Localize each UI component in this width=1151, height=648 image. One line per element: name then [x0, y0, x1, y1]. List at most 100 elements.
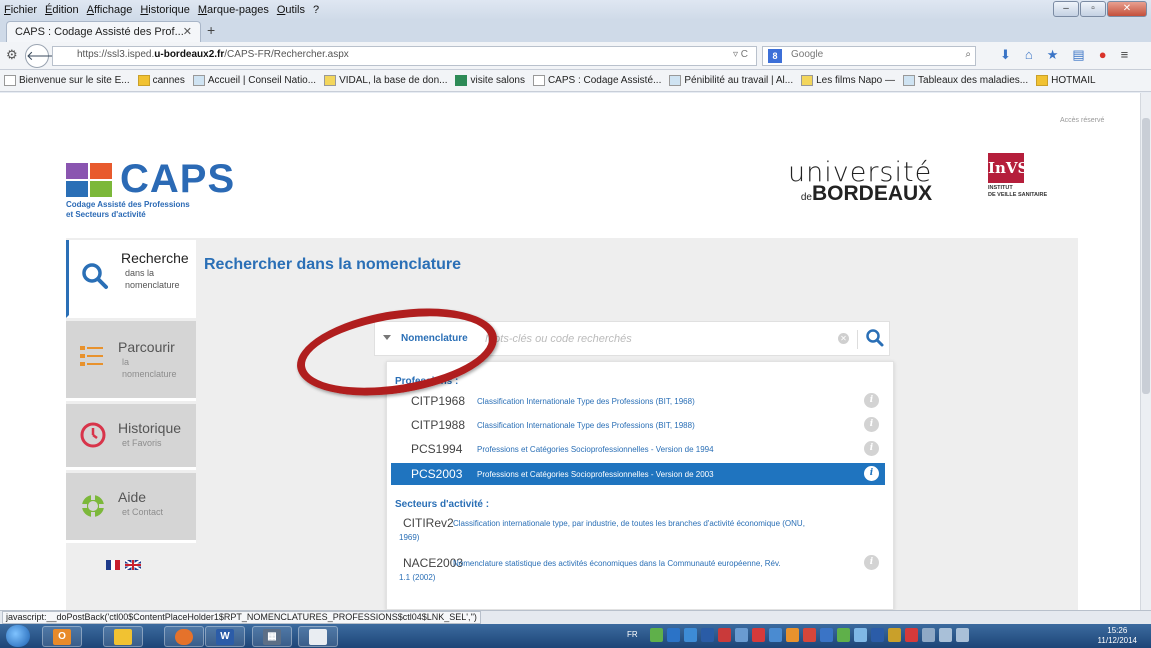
page-icon [4, 75, 16, 86]
bookmark-item[interactable]: Accueil | Conseil Natio... [192, 75, 316, 86]
info-icon[interactable]: i [864, 393, 879, 408]
sidebar-item-historique[interactable]: Historique et Favoris [66, 404, 196, 470]
maximize-icon[interactable]: ▫ [1080, 1, 1106, 17]
bookmark-item[interactable]: Tableaux des maladies... [903, 75, 1028, 86]
browser-tab[interactable]: CAPS : Codage Assisté des Prof... ✕ [6, 21, 201, 42]
browser-statusbar: javascript:__doPostBack('ctl00$ContentPl… [0, 610, 1151, 624]
bookmark-item[interactable]: HOTMAIL [1036, 75, 1096, 86]
tray-icon[interactable] [769, 628, 782, 642]
tray-icon[interactable] [752, 628, 765, 642]
start-button[interactable] [6, 625, 30, 647]
menu-marque-pages[interactable]: Marque-pages [198, 4, 269, 16]
info-icon[interactable]: i [864, 441, 879, 456]
flag-uk-icon[interactable] [125, 560, 141, 570]
leaf-icon [903, 75, 916, 86]
tab-title: CAPS : Codage Assisté des Prof... [15, 26, 184, 38]
tray-icon[interactable] [667, 628, 680, 642]
bookmark-item[interactable]: visite salons [455, 75, 525, 86]
menu-icon[interactable]: ≡ [1121, 47, 1129, 63]
taskbar-app-calculator[interactable]: ▦ [252, 626, 292, 647]
scrollbar-thumb[interactable] [1142, 118, 1150, 394]
tray-icon[interactable] [820, 628, 833, 642]
download-icon[interactable]: ⬇ [1000, 47, 1011, 63]
menu-outils[interactable]: Outils [277, 4, 305, 16]
tray-icon[interactable] [701, 628, 714, 642]
menu-edition[interactable]: Édition [45, 4, 79, 16]
page-icon [532, 75, 545, 86]
web-search-box[interactable]: 8 Google ⌕ [762, 46, 976, 66]
tray-icon[interactable] [786, 628, 799, 642]
universite-bordeaux-logo: université deBORDEAUX [788, 157, 933, 205]
bookmark-item[interactable]: VIDAL, la base de don... [324, 75, 447, 86]
bookmark-item[interactable]: Pénibilité au travail | Al... [669, 75, 793, 86]
close-tab-icon[interactable]: ✕ [183, 25, 192, 38]
search-icon[interactable]: ⌕ [965, 49, 971, 60]
url-bar[interactable]: https://ssl3.isped.u-bordeaux2.fr/CAPS-F… [52, 46, 757, 66]
word-icon: W [216, 629, 234, 645]
page-title: Rechercher dans la nomenclature [204, 256, 461, 273]
taskbar-clock[interactable]: 15:26 11/12/2014 [1098, 626, 1137, 646]
volume-icon[interactable] [956, 628, 969, 642]
bookmark-star-icon[interactable]: ★ [1047, 47, 1059, 63]
browser-menubar: Fichier Édition Affichage Historique Mar… [0, 0, 1151, 20]
nomenclature-option-selected[interactable]: PCS2003 Professions et Catégories Sociop… [391, 463, 885, 485]
minimize-icon[interactable]: – [1053, 1, 1079, 17]
search-engine-name: Google [791, 49, 824, 60]
tray-icon[interactable] [650, 628, 663, 642]
clear-icon[interactable]: ✕ [838, 333, 849, 344]
lifebuoy-icon [81, 494, 105, 518]
taskbar-app-firefox[interactable] [164, 626, 204, 647]
sidebar-item-label: Parcourir [118, 339, 175, 355]
language-indicator[interactable]: FR [627, 630, 638, 639]
u-icon [324, 75, 337, 86]
sidebar-item-parcourir[interactable]: Parcourir la nomenclature [66, 321, 196, 401]
nomenclature-option[interactable]: CITIRev2 Classification internationale t… [391, 512, 885, 548]
tray-icon[interactable] [871, 628, 884, 642]
tray-icon[interactable] [735, 628, 748, 642]
menu-affichage[interactable]: Affichage [87, 4, 133, 16]
nomenclature-option[interactable]: CITP1968 Classification Internationale T… [391, 390, 885, 412]
search-button[interactable] [865, 328, 885, 348]
nomenclature-option[interactable]: CITP1988 Classification Internationale T… [391, 414, 885, 436]
tray-icon[interactable] [803, 628, 816, 642]
taskbar-app-outlook[interactable]: O [42, 626, 82, 647]
acces-reserve-link[interactable]: Accès réservé [1060, 117, 1104, 124]
sidebar-item-recherche[interactable]: Recherche dans la nomenclature [66, 240, 196, 318]
close-window-icon[interactable]: ✕ [1107, 1, 1147, 17]
info-icon[interactable]: i [864, 466, 879, 481]
bookmark-item[interactable]: CAPS : Codage Assisté... [532, 75, 661, 86]
new-tab-icon[interactable]: + [207, 22, 215, 38]
reading-list-icon[interactable]: ▤ [1072, 47, 1084, 63]
caps-subtitle: Codage Assisté des Professions et Secteu… [66, 200, 190, 219]
info-icon[interactable]: i [864, 417, 879, 432]
bookmark-item[interactable]: Les films Napo — [801, 75, 895, 86]
tray-icon[interactable] [922, 628, 935, 642]
menu-historique[interactable]: Historique [140, 4, 190, 16]
tray-icon[interactable] [905, 628, 918, 642]
taskbar-app-doc[interactable] [298, 626, 338, 647]
tray-icon[interactable] [684, 628, 697, 642]
network-icon[interactable] [939, 628, 952, 642]
taskbar-app-word[interactable]: W [205, 626, 245, 647]
tray-icon[interactable] [888, 628, 901, 642]
tray-icon[interactable] [837, 628, 850, 642]
taskbar-app-explorer[interactable] [103, 626, 143, 647]
sidebar-item-aide[interactable]: Aide et Contact [66, 473, 196, 543]
gear-icon[interactable]: ⚙ [6, 47, 18, 63]
search-input[interactable] [485, 330, 825, 348]
reload-icon[interactable]: ▿ C [733, 49, 748, 60]
nomenclature-option[interactable]: NACE2003 Nomenclature statistique des ac… [391, 552, 885, 588]
tray-icon[interactable] [718, 628, 731, 642]
bookmark-item[interactable]: cannes [137, 75, 185, 86]
menu-aide[interactable]: ? [313, 4, 319, 16]
addon-icon[interactable]: ● [1099, 47, 1107, 63]
tray-icon[interactable] [854, 628, 867, 642]
info-icon[interactable]: i [864, 555, 879, 570]
status-link-text: javascript:__doPostBack('ctl00$ContentPl… [2, 611, 481, 624]
home-icon[interactable]: ⌂ [1025, 47, 1033, 63]
back-button[interactable]: 🡐 [25, 44, 61, 68]
bookmark-item[interactable]: Bienvenue sur le site E... [4, 75, 130, 86]
flag-fr-icon[interactable] [106, 560, 121, 570]
menu-fichier[interactable]: Fichier [4, 4, 37, 16]
nomenclature-option[interactable]: PCS1994 Professions et Catégories Sociop… [391, 438, 885, 460]
